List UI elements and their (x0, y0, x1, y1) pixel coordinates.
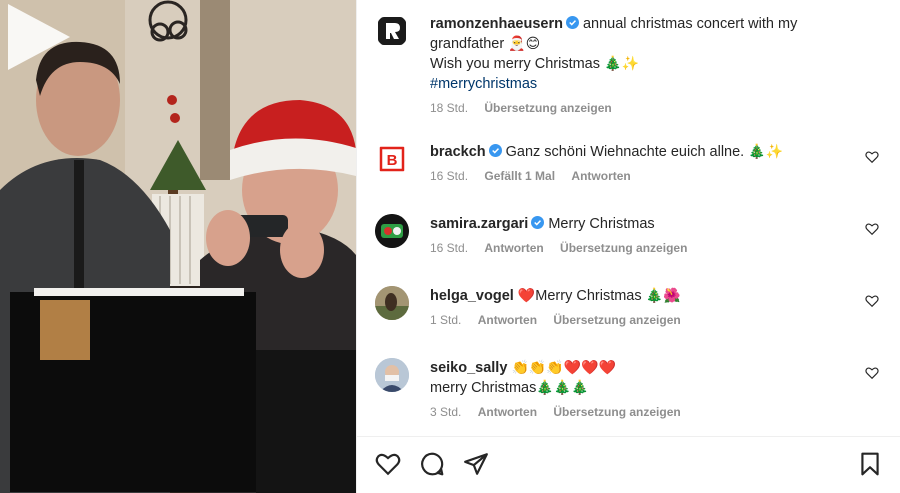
comment-time[interactable]: 1 Std. (430, 313, 461, 327)
play-icon[interactable] (0, 0, 74, 74)
comment-emoji: 🎄✨ (748, 144, 784, 160)
verified-badge-icon (531, 216, 545, 229)
ramon-logo-icon (378, 17, 406, 45)
comment-bubble-icon[interactable] (419, 451, 445, 477)
heart-icon[interactable] (865, 366, 879, 380)
heart-icon[interactable] (375, 451, 401, 477)
comment-emoji: 🎄🌺 (645, 288, 681, 304)
comment-text: Merry Christmas (535, 288, 642, 304)
comment-time[interactable]: 16 Std. (430, 169, 468, 183)
comment-prefix-emoji: 👏👏👏❤️❤️❤️ (511, 360, 617, 376)
hashtag-link[interactable]: #merrychristmas (430, 76, 537, 92)
comment-emoji: 🎄🎄🎄 (536, 380, 589, 396)
comment-author[interactable]: seiko_sally (430, 360, 507, 376)
reply-button[interactable]: Antworten (478, 313, 537, 327)
reply-button[interactable]: Antworten (478, 405, 537, 419)
reply-button[interactable]: Antworten (571, 169, 630, 183)
video-player[interactable] (0, 0, 356, 493)
svg-text:B: B (387, 152, 398, 169)
brack-logo-icon: B (379, 146, 405, 172)
post-time[interactable]: 18 Std. (430, 101, 468, 115)
comment-text: Merry Christmas (548, 216, 655, 232)
comment-author[interactable]: brackch (430, 144, 486, 160)
comment-body: helga_vogel ❤️Merry Christmas 🎄🌺 1 Std. … (430, 286, 860, 328)
avatar[interactable] (375, 214, 409, 248)
comments-panel: ramonzenhaeusern annual christmas concert… (356, 0, 900, 493)
caption-line2: Wish you merry Christmas (430, 56, 600, 72)
comment-author[interactable]: samira.zargari (430, 216, 528, 232)
avatar-image (375, 214, 409, 248)
instagram-post-view: ramonzenhaeusern annual christmas concert… (0, 0, 900, 493)
caption-emoji: 🎅😊 (508, 36, 541, 52)
comment-likes[interactable]: Gefällt 1 Mal (484, 169, 555, 183)
verified-badge-icon (488, 144, 502, 157)
reply-button[interactable]: Antworten (484, 241, 543, 255)
avatar[interactable] (375, 358, 409, 392)
avatar[interactable] (375, 286, 409, 320)
comment-text: Ganz schöni Wiehnachte euich allne. (505, 144, 745, 160)
translate-link[interactable]: Übersetzung anzeigen (553, 405, 680, 419)
avatar-image (375, 286, 409, 320)
avatar-image (375, 358, 409, 392)
comment-body: samira.zargari Merry Christmas 16 Std. An… (430, 214, 860, 256)
bookmark-icon[interactable] (857, 451, 883, 477)
comment-prefix-emoji: ❤️ (517, 288, 536, 304)
avatar[interactable]: B (375, 142, 409, 176)
translate-link[interactable]: Übersetzung anzeigen (553, 313, 680, 327)
avatar[interactable] (375, 14, 409, 48)
caption-author[interactable]: ramonzenhaeusern (430, 16, 563, 32)
translate-link[interactable]: Übersetzung anzeigen (484, 101, 611, 115)
comment-body: brackch Ganz schöni Wiehnachte euich alln… (430, 142, 860, 184)
verified-badge-icon (565, 16, 579, 29)
caption-line2-emoji: 🎄✨ (604, 56, 639, 72)
heart-icon[interactable] (865, 150, 879, 164)
paper-plane-icon[interactable] (463, 451, 489, 477)
post-action-bar (357, 436, 900, 493)
caption-body: ramonzenhaeusern annual christmas concert… (430, 14, 860, 116)
translate-link[interactable]: Übersetzung anzeigen (560, 241, 687, 255)
comment-text: merry Christmas (430, 380, 537, 396)
heart-icon[interactable] (865, 294, 879, 308)
comment-time[interactable]: 3 Std. (430, 405, 461, 419)
comment-time[interactable]: 16 Std. (430, 241, 468, 255)
comment-author[interactable]: helga_vogel (430, 288, 514, 304)
comment-body: seiko_sally 👏👏👏❤️❤️❤️ merry Christmas🎄🎄🎄… (430, 358, 860, 420)
heart-icon[interactable] (865, 222, 879, 236)
